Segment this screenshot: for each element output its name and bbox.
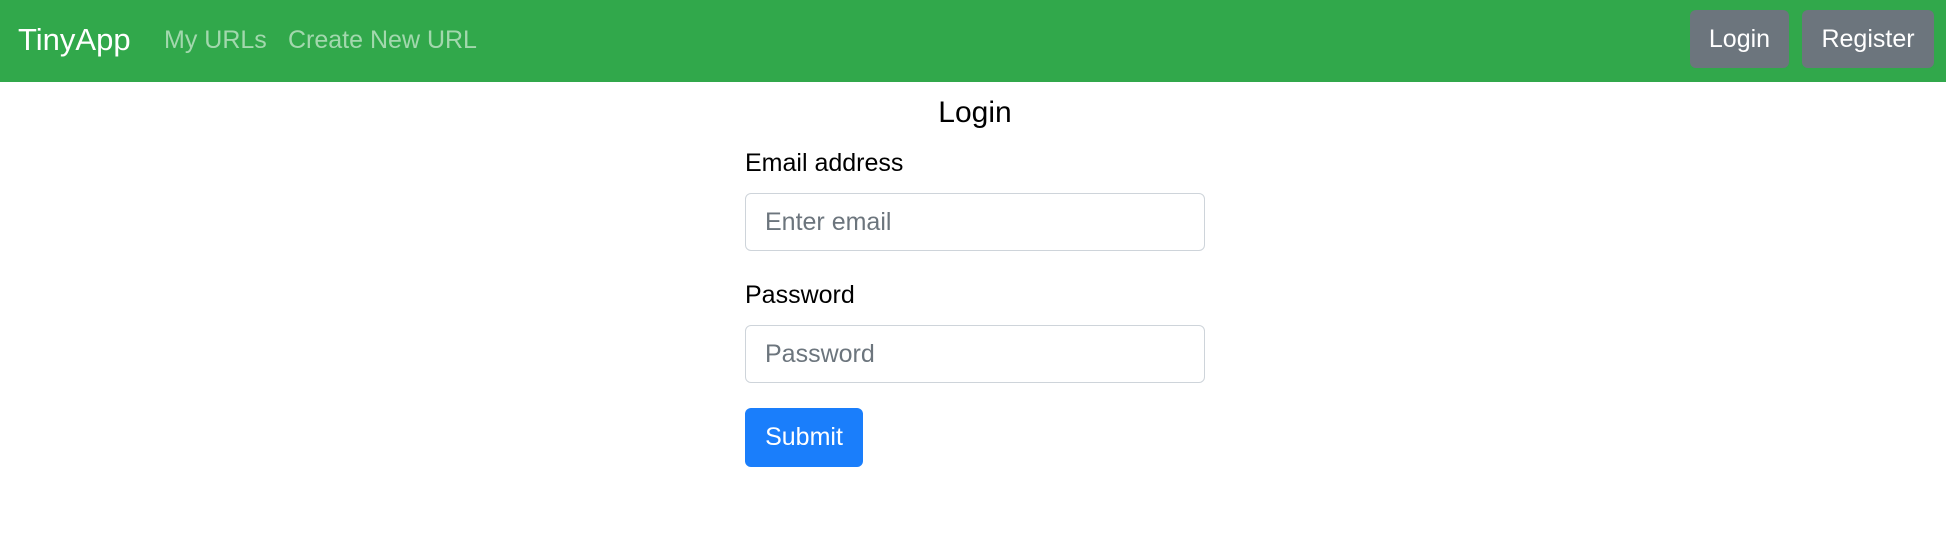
navbar: TinyApp My URLs Create New URL Login Reg… <box>0 0 1946 82</box>
nav-link-create-new-url[interactable]: Create New URL <box>288 24 477 56</box>
nav-link-my-urls[interactable]: My URLs <box>164 24 267 56</box>
password-field[interactable] <box>745 325 1205 383</box>
brand-link[interactable]: TinyApp <box>18 20 131 60</box>
password-label: Password <box>745 281 855 309</box>
login-button[interactable]: Login <box>1690 10 1789 68</box>
submit-button[interactable]: Submit <box>745 408 863 467</box>
register-button[interactable]: Register <box>1802 10 1934 68</box>
email-field[interactable] <box>745 193 1205 251</box>
email-label: Email address <box>745 149 904 177</box>
page-title: Login <box>938 96 1012 129</box>
